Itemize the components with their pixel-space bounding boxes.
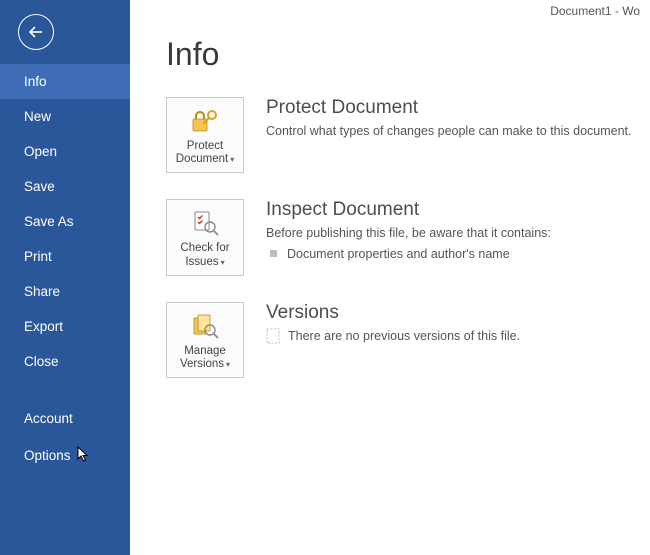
nav-options-label: Options (24, 448, 71, 463)
checklist-magnifier-icon (190, 208, 220, 238)
section-protect: Protect Document▾ Protect Document Contr… (166, 97, 650, 173)
protect-document-tile[interactable]: Protect Document▾ (166, 97, 244, 173)
nav-info[interactable]: Info (0, 64, 130, 99)
nav-print[interactable]: Print (0, 239, 130, 274)
protect-tile-label: Protect Document▾ (171, 140, 239, 166)
inspect-tile-label: Check for Issues▾ (171, 242, 239, 268)
lock-key-icon (190, 106, 220, 136)
documents-magnifier-icon (190, 311, 220, 341)
versions-desc: There are no previous versions of this f… (288, 329, 520, 343)
section-versions: Manage Versions▾ Versions There are no p… (166, 302, 650, 378)
main-content: Document1 - Wo Info Protect Document▾ Pr… (130, 0, 650, 555)
section-inspect: Check for Issues▾ Inspect Document Befor… (166, 199, 650, 275)
page-title: Info (166, 36, 650, 73)
window-title: Document1 - Wo (550, 4, 640, 18)
manage-versions-tile[interactable]: Manage Versions▾ (166, 302, 244, 378)
inspect-heading: Inspect Document (266, 199, 650, 221)
protect-desc: Control what types of changes people can… (266, 123, 650, 141)
nav-account[interactable]: Account (0, 401, 130, 436)
inspect-bullet-text: Document properties and author's name (287, 247, 510, 261)
nav-close[interactable]: Close (0, 344, 130, 379)
nav-share[interactable]: Share (0, 274, 130, 309)
nav-export[interactable]: Export (0, 309, 130, 344)
cursor-icon (77, 446, 91, 464)
nav-open[interactable]: Open (0, 134, 130, 169)
document-dashed-icon (266, 328, 280, 344)
chevron-down-icon: ▾ (230, 155, 234, 164)
inspect-bullet: Document properties and author's name (270, 247, 650, 261)
check-for-issues-tile[interactable]: Check for Issues▾ (166, 199, 244, 275)
nav-options[interactable]: Options (0, 436, 130, 474)
nav-save[interactable]: Save (0, 169, 130, 204)
nav-save-as[interactable]: Save As (0, 204, 130, 239)
backstage-sidebar: Info New Open Save Save As Print Share E… (0, 0, 130, 555)
protect-heading: Protect Document (266, 97, 650, 119)
versions-heading: Versions (266, 302, 650, 324)
back-arrow-icon (27, 23, 45, 41)
versions-tile-label: Manage Versions▾ (171, 345, 239, 371)
chevron-down-icon: ▾ (221, 258, 225, 267)
inspect-desc: Before publishing this file, be aware th… (266, 225, 650, 243)
chevron-down-icon: ▾ (226, 360, 230, 369)
nav-new[interactable]: New (0, 99, 130, 134)
back-button[interactable] (18, 14, 54, 50)
bullet-icon (270, 250, 277, 257)
